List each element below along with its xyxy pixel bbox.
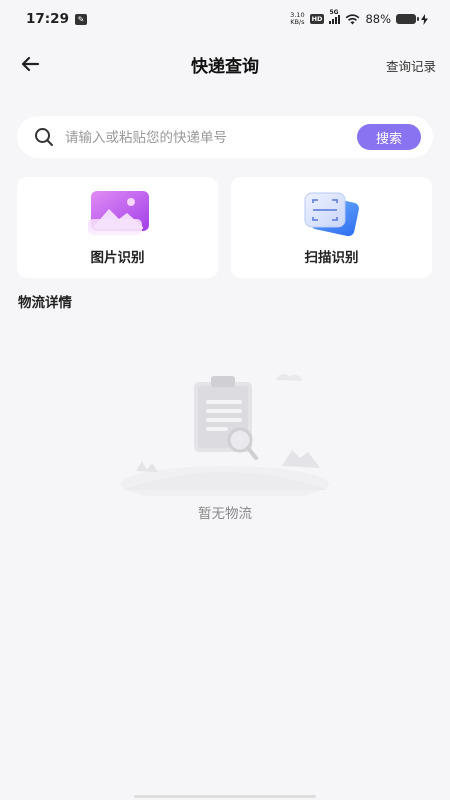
net-speed-unit: KB/s (290, 18, 305, 26)
section-title: 物流详情 (18, 295, 72, 311)
image-icon (88, 191, 149, 235)
notification-icon: ✎ (74, 13, 87, 25)
status-time: 17:29 (26, 11, 69, 27)
empty-clipboard-icon (121, 373, 329, 496)
empty-state-text: 暂无物流 (198, 506, 252, 522)
status-right: 3.10 KB/s HD 5G 88% (290, 9, 428, 26)
charging-icon (421, 13, 428, 25)
query-history-link[interactable]: 查询记录 (386, 56, 436, 75)
net-speed: 3.10 KB/s (290, 12, 304, 26)
network-type: 5G (329, 9, 339, 16)
app-header: 快递查询 查询记录 (0, 40, 450, 86)
wifi-icon (346, 13, 360, 24)
search-button[interactable]: 搜索 (357, 124, 421, 150)
status-left: 17:29 ✎ (26, 11, 87, 27)
battery-icon (396, 14, 419, 24)
image-recognition-card[interactable]: 图片识别 (17, 177, 218, 278)
tracking-number-input[interactable] (63, 124, 367, 152)
battery-percent: 88% (365, 12, 391, 26)
scan-icon (304, 192, 359, 237)
scan-recognition-card[interactable]: 扫描识别 (231, 177, 432, 278)
signal-icon: 5G (329, 9, 341, 24)
image-recognition-label: 图片识别 (90, 250, 145, 266)
status-bar: 17:29 ✎ 3.10 KB/s HD 5G 88% (0, 0, 450, 38)
search-box: 搜索 (17, 116, 433, 158)
page-title: 快递查询 (191, 57, 259, 77)
hd-icon: HD (309, 14, 325, 24)
home-indicator[interactable] (134, 795, 316, 798)
scan-recognition-label: 扫描识别 (304, 250, 359, 266)
search-icon (35, 128, 53, 146)
